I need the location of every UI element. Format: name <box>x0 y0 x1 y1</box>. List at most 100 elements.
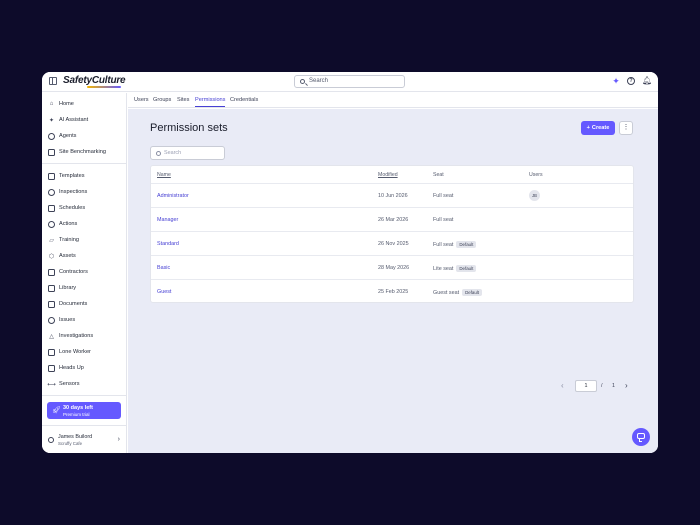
sidebar-item-agents[interactable]: Agents <box>48 130 124 142</box>
global-search-input[interactable]: Search <box>294 75 405 88</box>
table-row[interactable]: Basic 28 May 2026 Lite seat Default <box>151 255 633 279</box>
row-seat-cell: Guest seat Default <box>433 289 482 296</box>
main-content: Permission sets + Create ⋮ Search Name M… <box>128 109 658 453</box>
user-menu[interactable]: James Builord Scruffy Cafe › <box>48 434 122 448</box>
permission-search-placeholder: Search <box>164 150 182 156</box>
table-row[interactable]: Standard 26 Nov 2025 Full seat Default <box>151 231 633 255</box>
sparkle-icon: ✦ <box>48 117 55 124</box>
contractors-icon <box>48 268 55 276</box>
tab-sites[interactable]: Sites <box>177 97 189 103</box>
next-page-icon[interactable]: › <box>625 381 628 390</box>
sidebar-item-sensors[interactable]: ⟷ Sensors <box>47 378 124 390</box>
top-icons: ✦ ? 🔔︎ <box>612 77 652 86</box>
tab-permissions[interactable]: Permissions <box>195 97 226 107</box>
page-total: 1 <box>612 383 615 389</box>
sidebar-item-label: Schedules <box>59 205 86 211</box>
column-header-modified[interactable]: Modified <box>378 172 398 178</box>
sidebar-item-templates[interactable]: Templates <box>48 170 124 182</box>
tab-credentials[interactable]: Credentials <box>230 97 258 103</box>
sidebar-item-label: Assets <box>59 253 76 259</box>
create-button[interactable]: + Create <box>581 121 615 135</box>
row-seat: Full seat <box>433 193 454 199</box>
sidebar-item-label: Training <box>59 237 80 243</box>
tab-users[interactable]: Users <box>134 97 149 103</box>
sidebar-item-actions[interactable]: Actions <box>48 218 124 230</box>
table-row[interactable]: Manager 26 Mar 2026 Full seat <box>151 207 633 231</box>
chat-button[interactable] <box>632 428 650 446</box>
sidebar-item-site-benchmarking[interactable]: Site Benchmarking <box>48 146 124 158</box>
create-button-label: Create <box>591 125 610 131</box>
trial-plan: Premium trial <box>63 411 90 417</box>
row-name-link[interactable]: Manager <box>157 217 178 223</box>
app-window: SafetyCulture Search ✦ ? 🔔︎ ⌂ Home ✦ AI As… <box>42 72 658 453</box>
search-icon <box>156 151 161 156</box>
default-badge: Default <box>456 241 477 248</box>
sidebar-item-assets[interactable]: ⬡ Assets <box>48 250 124 262</box>
sidebar-item-schedules[interactable]: Schedules <box>48 202 124 214</box>
row-modified: 28 May 2026 <box>378 265 410 271</box>
sidebar: ⌂ Home ✦ AI Assistant Agents Site Benchmar… <box>42 93 127 453</box>
column-header-name[interactable]: Name <box>157 172 171 178</box>
logo-underline <box>87 86 121 88</box>
sidebar-item-investigations[interactable]: △ Investigations <box>48 330 124 342</box>
chat-icon <box>637 433 645 442</box>
row-seat-cell: Full seat Default <box>433 241 477 248</box>
row-name-link[interactable]: Standard <box>157 241 179 247</box>
row-name-link[interactable]: Administrator <box>157 193 189 199</box>
sparkle-icon[interactable]: ✦ <box>612 77 620 86</box>
bell-icon[interactable]: 🔔︎ <box>642 77 652 85</box>
tab-groups[interactable]: Groups <box>153 97 171 103</box>
page-separator: / <box>601 383 603 389</box>
sidebar-item-training[interactable]: ▱ Training <box>48 234 124 246</box>
row-name-link[interactable]: Basic <box>157 265 170 271</box>
sidebar-item-home[interactable]: ⌂ Home <box>48 98 124 110</box>
permission-search-input[interactable]: Search <box>150 146 225 160</box>
sidebar-item-library[interactable]: Library <box>48 282 124 294</box>
sidebar-item-ai-assistant[interactable]: ✦ AI Assistant <box>48 114 124 126</box>
sidebar-divider <box>42 163 127 164</box>
sidebar-item-lone-worker[interactable]: Lone Worker <box>48 346 124 358</box>
permission-sets-table: Name Modified Seat Users Administrator 1… <box>150 165 634 303</box>
chevron-right-icon: › <box>117 436 120 443</box>
heads-up-icon <box>48 364 55 372</box>
help-icon[interactable]: ? <box>627 77 635 85</box>
global-search-placeholder: Search <box>309 78 329 84</box>
search-icon <box>300 79 305 84</box>
sidebar-item-label: Issues <box>59 317 76 323</box>
documents-icon <box>48 300 55 308</box>
column-header-users: Users <box>529 172 543 178</box>
table-row[interactable]: Administrator 10 Jun 2026 Full seat JB <box>151 183 633 207</box>
sidebar-toggle-icon[interactable] <box>49 77 57 85</box>
user-name: James Builord <box>58 434 93 440</box>
sidebar-item-documents[interactable]: Documents <box>48 298 124 310</box>
table-row[interactable]: Guest 25 Feb 2025 Guest seat Default <box>151 279 633 303</box>
templates-icon <box>48 172 55 180</box>
plus-icon: + <box>586 125 590 131</box>
top-bar: SafetyCulture Search ✦ ? 🔔︎ <box>42 72 658 92</box>
sidebar-item-issues[interactable]: Issues <box>48 314 124 326</box>
previous-page-icon[interactable]: ‹ <box>561 381 564 390</box>
library-icon <box>48 284 55 292</box>
sidebar-item-label: AI Assistant <box>59 117 89 123</box>
sidebar-item-contractors[interactable]: Contractors <box>48 266 124 278</box>
column-header-seat: Seat <box>433 172 444 178</box>
more-options-button[interactable]: ⋮ <box>619 121 633 135</box>
sidebar-item-heads-up[interactable]: Heads Up <box>48 362 124 374</box>
row-seat: Full seat <box>433 241 454 248</box>
user-avatar[interactable]: JB <box>529 190 540 201</box>
row-name-link[interactable]: Guest <box>157 289 171 295</box>
trial-days-left: 30 days left <box>63 405 93 411</box>
trial-banner[interactable]: 🚀︎ 30 days left Premium trial <box>47 402 121 419</box>
sidebar-item-label: Inspections <box>59 189 88 195</box>
row-modified: 26 Mar 2026 <box>378 217 409 223</box>
user-org: Scruffy Cafe <box>58 441 83 446</box>
lone-worker-icon <box>48 348 55 356</box>
page-number-input[interactable]: 1 <box>575 380 597 392</box>
schedules-icon <box>48 204 55 212</box>
default-badge: Default <box>456 265 477 272</box>
sidebar-item-inspections[interactable]: Inspections <box>48 186 124 198</box>
issues-icon <box>48 316 55 324</box>
sidebar-divider <box>42 425 127 426</box>
sidebar-item-label: Documents <box>59 301 88 307</box>
sidebar-item-label: Actions <box>59 221 78 227</box>
